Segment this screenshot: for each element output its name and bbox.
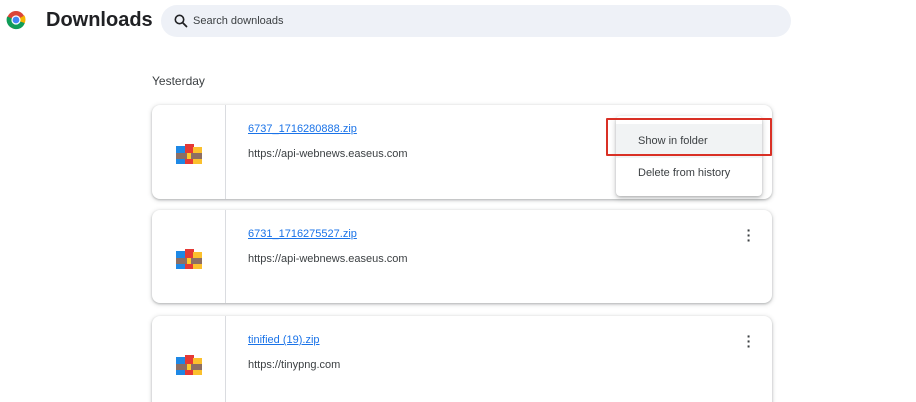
winrar-archive-icon[interactable] <box>174 245 204 273</box>
page-title: Downloads <box>46 9 153 31</box>
search-bar[interactable] <box>161 5 791 37</box>
file-icon-cell <box>152 316 226 402</box>
downloads-page: Downloads Yesterday <box>0 0 916 402</box>
more-actions-button[interactable]: · · · <box>744 328 754 354</box>
file-icon-cell <box>152 105 226 199</box>
download-context-menu: Show in folder Delete from history <box>616 116 762 196</box>
date-section-heading: Yesterday <box>152 74 205 88</box>
file-icon-cell <box>152 210 226 303</box>
header: Downloads <box>0 0 916 44</box>
search-input[interactable] <box>193 5 773 37</box>
file-name-link[interactable]: 6737_1716280888.zip <box>248 123 357 135</box>
file-source-url: https://api-webnews.easeus.com <box>248 148 408 160</box>
chrome-logo-icon <box>6 10 26 30</box>
menu-item-delete-from-history[interactable]: Delete from history <box>616 156 762 190</box>
file-source-url: https://api-webnews.easeus.com <box>248 253 408 265</box>
more-actions-button[interactable]: · · · <box>744 222 754 248</box>
download-item: tinified (19).zip https://tinypng.com · ·… <box>152 316 772 402</box>
menu-item-show-in-folder[interactable]: Show in folder <box>616 124 762 158</box>
more-vert-icon: · · · <box>746 222 752 248</box>
winrar-archive-icon[interactable] <box>174 140 204 168</box>
search-icon <box>173 13 189 29</box>
winrar-archive-icon[interactable] <box>174 351 204 379</box>
more-vert-icon: · · · <box>746 328 752 354</box>
file-name-link[interactable]: tinified (19).zip <box>248 334 320 346</box>
file-name-link[interactable]: 6731_1716275527.zip <box>248 228 357 240</box>
download-item: 6731_1716275527.zip https://api-webnews.… <box>152 210 772 303</box>
file-source-url: https://tinypng.com <box>248 359 341 371</box>
